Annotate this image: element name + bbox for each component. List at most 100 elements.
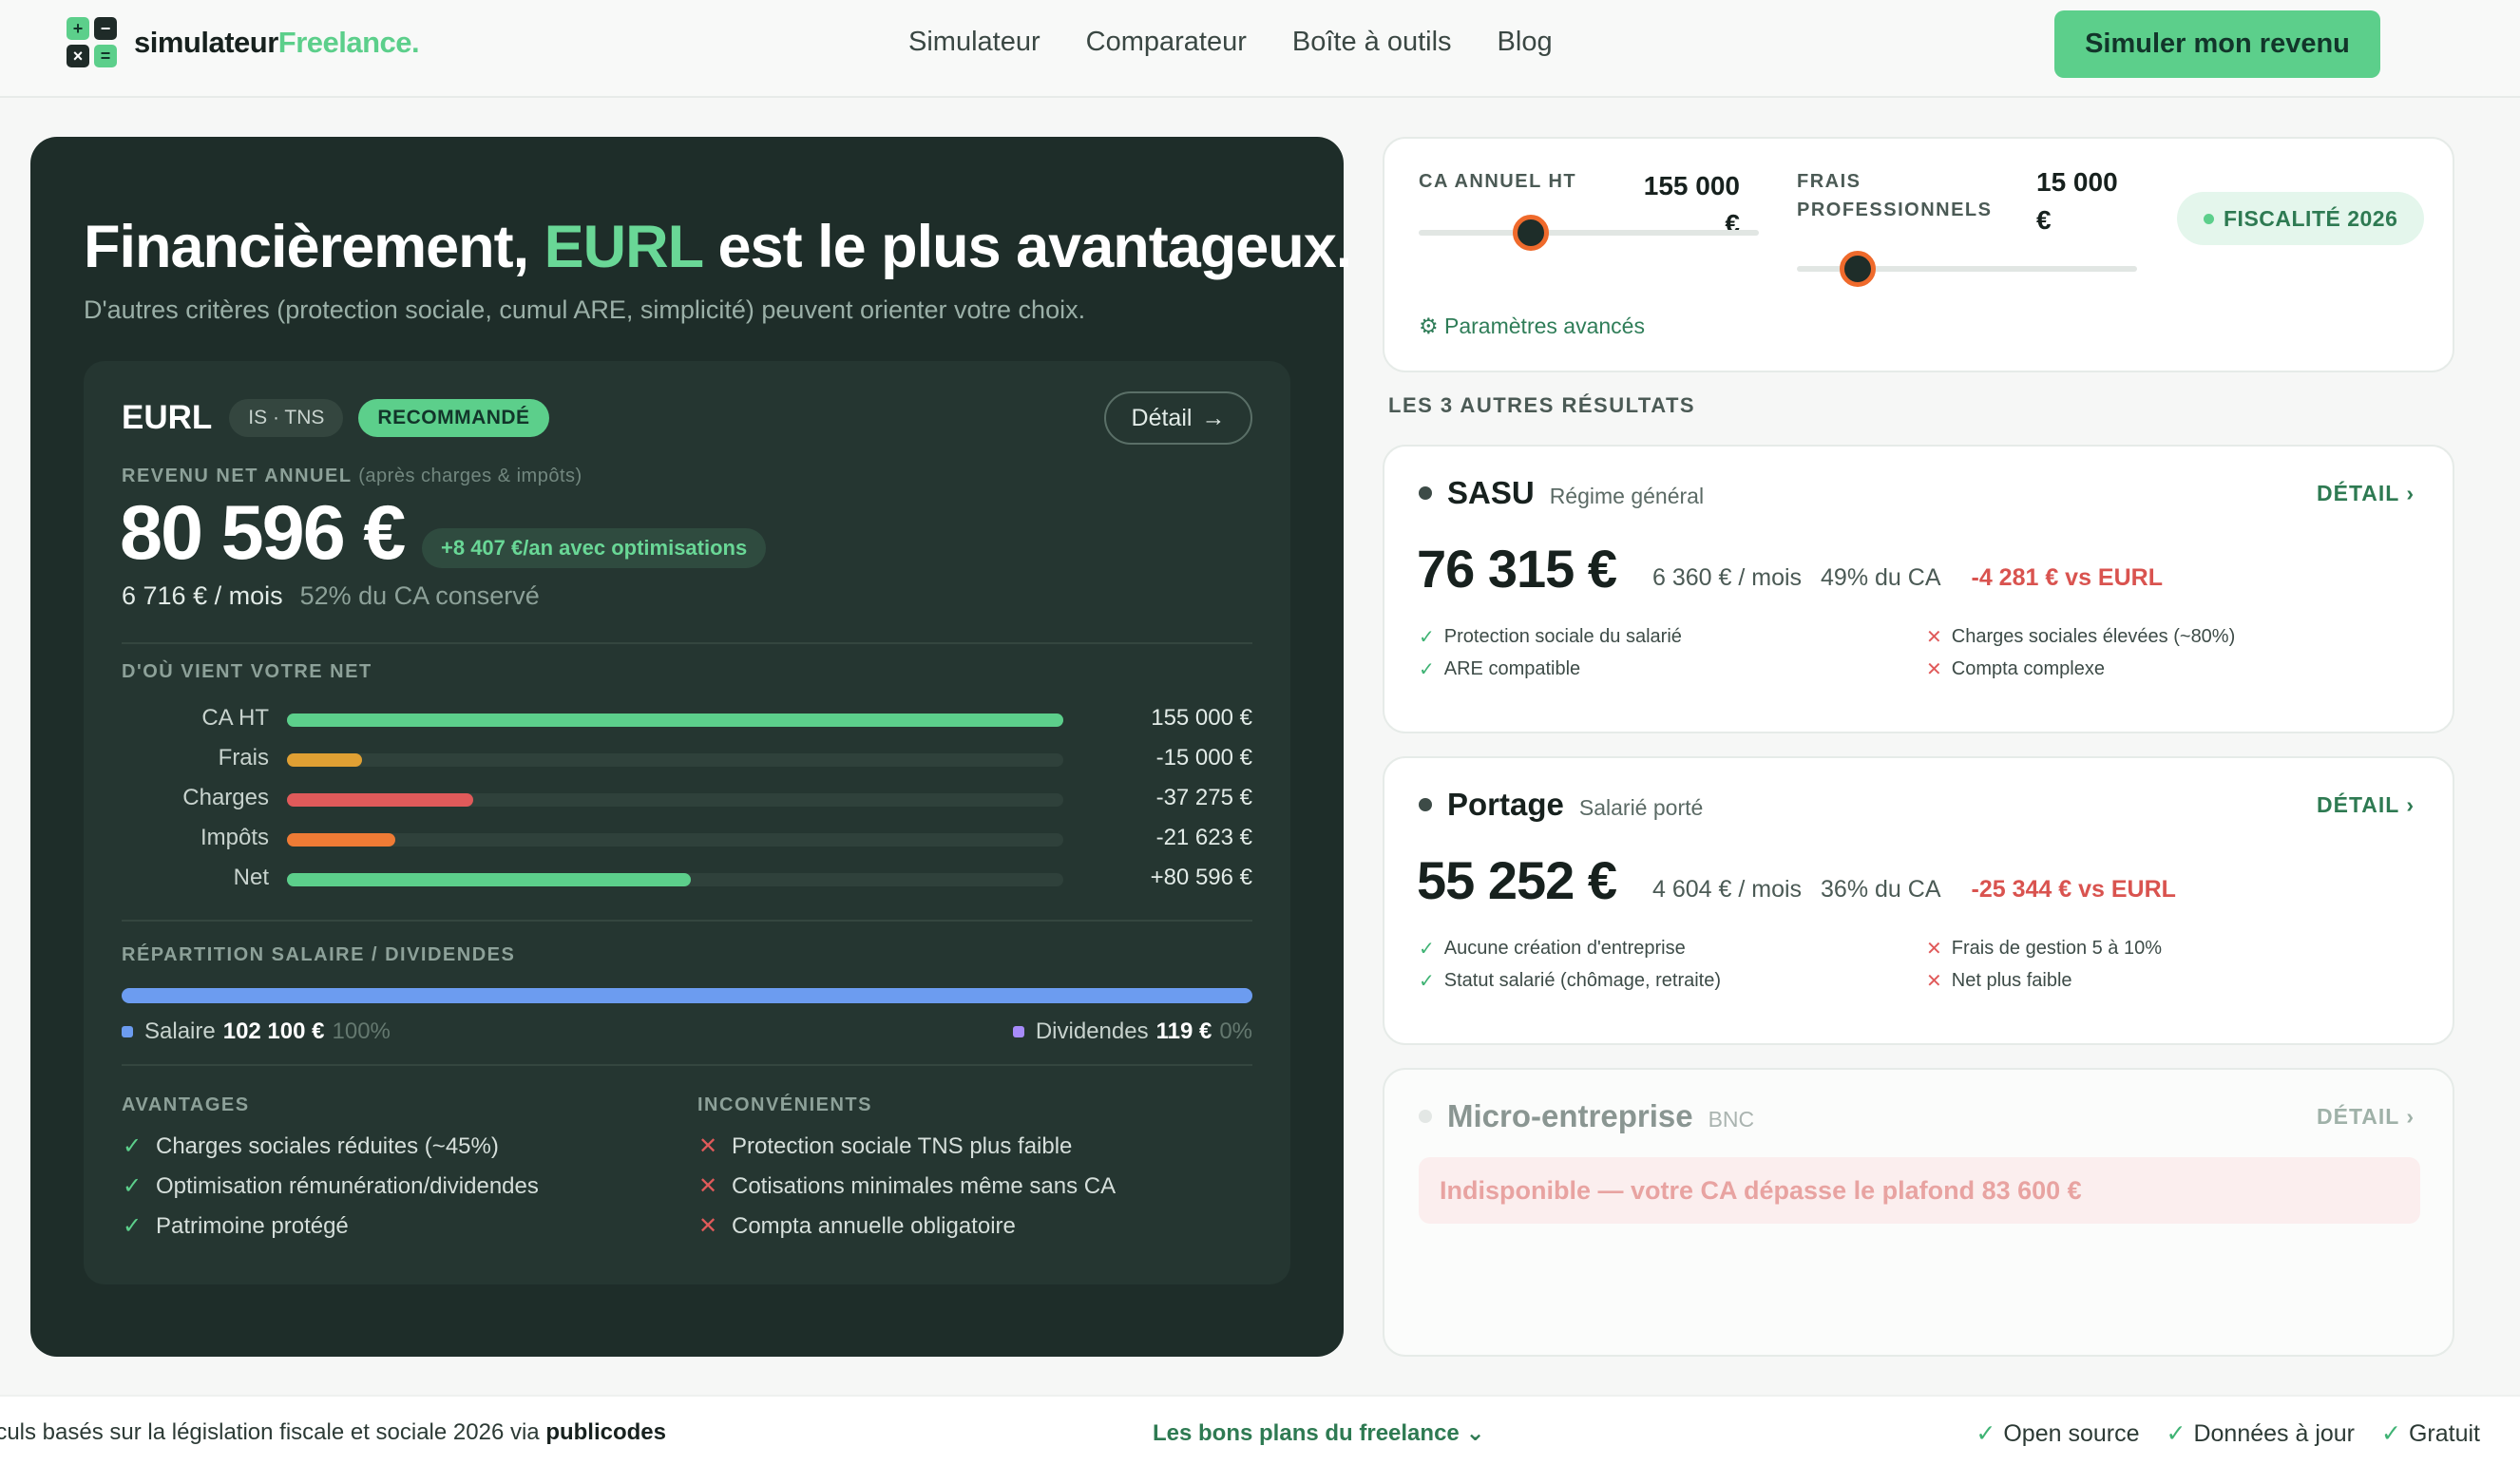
breakdown-value: -21 623 €: [1155, 825, 1252, 850]
nav-boite-a-outils[interactable]: Boîte à outils: [1292, 27, 1452, 58]
hero-title-start: Financièrement,: [84, 214, 544, 280]
cross-icon: ✕: [1926, 659, 1942, 680]
pro-text: ARE compatible: [1443, 658, 1581, 679]
winner-detail-button[interactable]: Détail →: [1104, 391, 1252, 445]
result-diff: -25 344 € vs EURL: [1971, 876, 2176, 903]
breakdown-row: Impôts -21 623 €: [122, 825, 1252, 853]
pro-text: Protection sociale du salarié: [1443, 626, 1682, 647]
result-diff: -4 281 € vs EURL: [1971, 564, 2164, 591]
hero-title-highlight: EURL: [544, 214, 703, 280]
breakdown-value: -15 000 €: [1155, 745, 1252, 771]
frais-label-line2: PROFESSIONNELS: [1797, 200, 1993, 220]
pro-item: ✓ Protection sociale du salarié: [1419, 625, 1682, 649]
check-icon: ✓: [2166, 1420, 2186, 1447]
feature-label: Open source: [2003, 1420, 2140, 1447]
hero-title-end: est le plus avantageux.: [702, 214, 1353, 280]
publicodes-link[interactable]: publicodes: [545, 1419, 666, 1445]
cross-icon: ✕: [1926, 627, 1942, 648]
status-dot: [1419, 1110, 1432, 1123]
result-detail-link[interactable]: DÉTAIL ›: [2317, 1104, 2415, 1130]
optimisation-badge: +8 407 €/an avec optimisations: [422, 528, 767, 568]
winner-panel: Financièrement, EURL est le plus avantag…: [30, 137, 1352, 1357]
frais-value: 15 000 €: [2036, 163, 2118, 239]
plus-icon: +: [67, 17, 89, 40]
result-detail-label: DÉTAIL: [2317, 792, 2399, 817]
breakdown-value: 155 000 €: [1151, 705, 1252, 731]
net-annual-label-hint: (après charges & impôts): [358, 466, 582, 486]
breakdown-label: CA HT: [201, 705, 269, 731]
dividends-legend: Dividendes 119 € 0%: [1012, 1018, 1252, 1045]
result-regime: BNC: [1708, 1107, 1755, 1132]
breakdown-bar: [287, 873, 691, 886]
result-meta: 4 604 € / mois 36% du CA -25 344 € vs EU…: [1652, 876, 2176, 904]
equals-icon: =: [94, 45, 117, 67]
nav-comparateur[interactable]: Comparateur: [1086, 27, 1247, 58]
result-amount: 55 252 €: [1417, 850, 1617, 910]
pro-item: ✓ Statut salarié (chômage, retraite): [1419, 969, 1721, 993]
cross-icon: ✕: [697, 1133, 718, 1159]
advanced-settings-link[interactable]: ⚙ Paramètres avancés: [1419, 314, 1645, 339]
result-header: Portage Salarié porté: [1419, 787, 1703, 823]
result-name: Portage: [1447, 787, 1564, 822]
chevron-right-icon: ›: [2406, 481, 2415, 505]
frais-slider-thumb[interactable]: [1840, 251, 1877, 287]
breakdown-label: Frais: [218, 745, 269, 771]
advanced-settings-label: Paramètres avancés: [1444, 314, 1645, 338]
ca-slider-thumb[interactable]: [1513, 215, 1550, 251]
nav-blog[interactable]: Blog: [1498, 27, 1553, 58]
advantages-title: AVANTAGES: [122, 1094, 250, 1115]
revenue-kept-share: 52% du CA conservé: [299, 581, 540, 610]
drawback-item: ✕ Cotisations minimales même sans CA: [697, 1172, 1116, 1200]
result-detail-link[interactable]: DÉTAIL ›: [2317, 792, 2415, 818]
drawback-text: Compta annuelle obligatoire: [732, 1212, 1016, 1239]
result-monthly: 6 360 € / mois: [1652, 564, 1803, 591]
result-detail-link[interactable]: DÉTAIL ›: [2317, 481, 2415, 506]
nav-simulateur[interactable]: Simulateur: [908, 27, 1040, 58]
check-icon: ✓: [122, 1213, 143, 1239]
winner-status-name: EURL: [122, 399, 213, 436]
footer-features: ✓ Open source ✓ Données à jour ✓ Gratuit: [1976, 1419, 2480, 1448]
salary-dividend-bar: [122, 988, 1252, 1003]
result-monthly: 4 604 € / mois: [1652, 876, 1803, 903]
divider: [122, 920, 1252, 922]
freelance-deals-toggle[interactable]: Les bons plans du freelance ⌄: [1153, 1419, 1485, 1447]
check-icon: ✓: [1419, 627, 1435, 648]
footer-source: lculs basés sur la législation fiscale e…: [0, 1419, 666, 1446]
result-share: 49% du CA: [1821, 564, 1941, 591]
frais-label: FRAIS PROFESSIONNELS: [1797, 167, 1992, 224]
brand-name-main: simulateur: [134, 25, 278, 59]
breakdown-bar: [287, 833, 395, 847]
breakdown-track: [287, 753, 1063, 767]
hero-subtitle: D'autres critères (protection sociale, c…: [84, 295, 1086, 324]
check-icon: ✓: [1419, 939, 1435, 960]
salary-label: Salaire: [144, 1018, 216, 1044]
drawbacks-title: INCONVÉNIENTS: [697, 1094, 872, 1115]
result-card-micro: Micro-entreprise BNC DÉTAIL › Indisponib…: [1383, 1068, 2454, 1357]
breakdown-label: Charges: [182, 785, 269, 810]
fiscal-year-text: FISCALITÉ 2026: [2224, 205, 2398, 231]
ca-slider-track[interactable]: [1419, 230, 1759, 236]
brand-name-accent: Freelance: [277, 25, 412, 59]
pro-text: Statut salarié (chômage, retraite): [1443, 970, 1722, 991]
con-text: Compta complexe: [1951, 658, 2105, 679]
status-dot: [2204, 213, 2214, 224]
result-card-portage: Portage Salarié porté DÉTAIL › 55 252 € …: [1383, 756, 2454, 1045]
winner-card-header: EURL IS · TNS RECOMMANDÉ: [122, 399, 549, 437]
pro-item: ✓ ARE compatible: [1419, 657, 1580, 681]
breakdown-label: Net: [233, 865, 269, 890]
salary-dividend-title: RÉPARTITION SALAIRE / DIVIDENDES: [122, 944, 516, 965]
simulate-income-button[interactable]: Simuler mon revenu: [2054, 10, 2380, 78]
result-name: SASU: [1447, 475, 1535, 510]
salary-swatch: [122, 1026, 133, 1037]
advantage-text: Optimisation rémunération/dividendes: [156, 1172, 539, 1199]
footer-source-text: lculs basés sur la législation fiscale e…: [0, 1419, 546, 1445]
net-monthly: 6 716 € / mois 52% du CA conservé: [122, 581, 540, 611]
con-item: ✕ Frais de gestion 5 à 10%: [1926, 937, 2162, 961]
brand-logo[interactable]: + − × = simulateurFreelance.: [67, 17, 420, 67]
ca-label: CA ANNUEL HT: [1419, 171, 1577, 192]
divider: [122, 642, 1252, 644]
brand-name: simulateurFreelance.: [134, 25, 420, 60]
breakdown-label: Impôts: [200, 825, 269, 850]
minus-icon: −: [94, 17, 117, 40]
net-annual-value: 80 596 €: [120, 490, 406, 576]
